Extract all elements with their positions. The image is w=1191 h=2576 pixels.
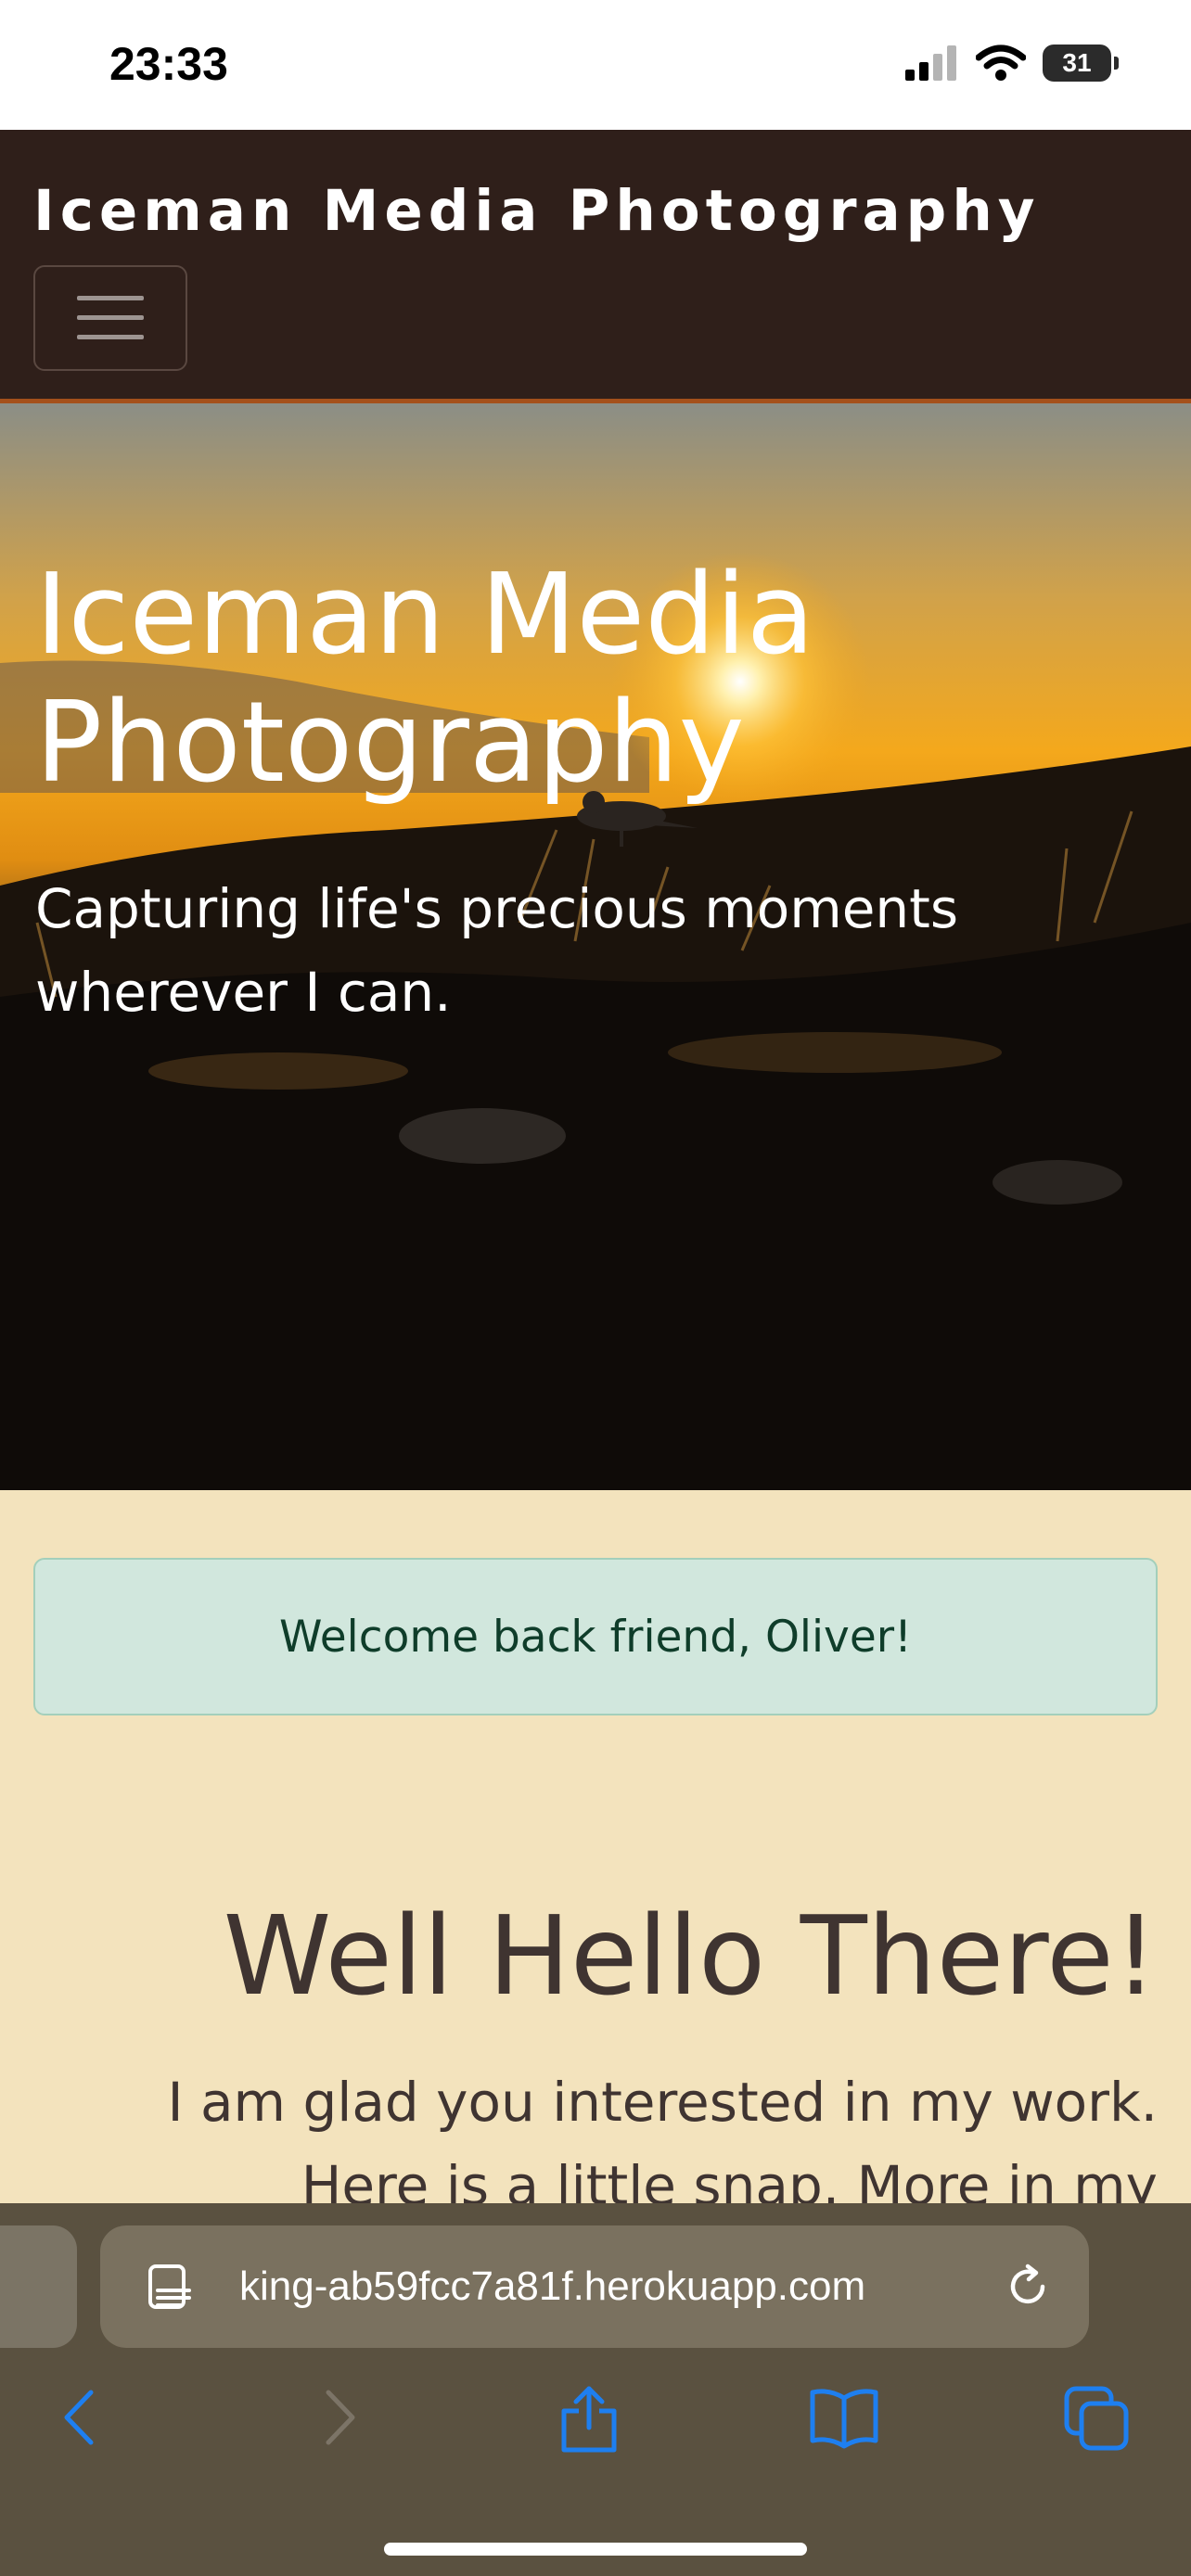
browser-toolbar: king-ab59fcc7a81f.herokuapp.com — [0, 2203, 1191, 2576]
previous-tab-preview[interactable] — [0, 2225, 77, 2348]
welcome-text: I am glad you interested in my work. Her… — [167, 2071, 1158, 2217]
hero-subtitle: Capturing life's precious moments wherev… — [35, 877, 959, 1024]
back-icon[interactable] — [58, 2385, 104, 2450]
url-text[interactable]: king-ab59fcc7a81f.herokuapp.com — [239, 2225, 1000, 2348]
welcome-alert: Welcome back friend, Oliver! — [33, 1558, 1158, 1715]
home-indicator — [384, 2543, 807, 2556]
navbar: Iceman Media Photography — [0, 130, 1191, 403]
tabs-icon[interactable] — [1063, 2385, 1130, 2452]
address-bar[interactable]: king-ab59fcc7a81f.herokuapp.com — [100, 2225, 1089, 2348]
status-time: 23:33 — [109, 38, 228, 90]
hero-title: Iceman Media Photography — [35, 551, 815, 808]
wifi-icon — [976, 45, 1026, 81]
navbar-brand[interactable]: Iceman Media Photography — [33, 178, 1041, 244]
alert-message: Welcome back friend, Oliver! — [279, 1611, 912, 1663]
share-icon[interactable] — [558, 2385, 620, 2454]
reader-icon[interactable] — [147, 2263, 193, 2311]
bookmarks-icon[interactable] — [809, 2385, 879, 2450]
hero-section: Iceman Media Photography Capturing life'… — [0, 403, 1191, 1490]
hamburger-icon — [77, 296, 144, 339]
navbar-toggler-button[interactable] — [33, 265, 187, 371]
forward-icon[interactable] — [315, 2385, 362, 2450]
status-bar: 23:33 31 — [0, 0, 1191, 130]
signal-icon — [905, 45, 956, 81]
status-icons: 31 — [903, 45, 1119, 82]
welcome-title: Well Hello There! — [223, 1892, 1158, 2020]
battery-level: 31 — [1062, 48, 1092, 77]
battery-icon: 31 — [1043, 45, 1119, 82]
reload-icon[interactable] — [1005, 2263, 1052, 2311]
